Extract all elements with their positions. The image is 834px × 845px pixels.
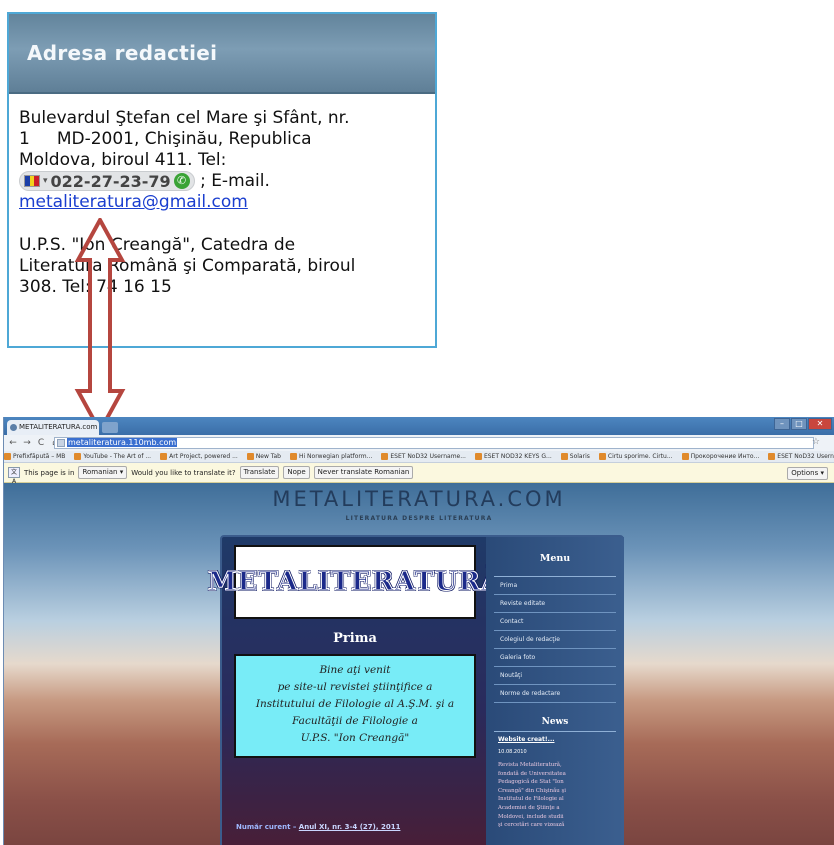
translate-text: This page is in: [24, 468, 75, 477]
email-link[interactable]: metaliteratura@gmail.com: [19, 192, 248, 212]
translate-icon: 文A: [8, 467, 20, 485]
dropdown-arrow-icon: ▾: [43, 175, 48, 186]
bookmark-favicon-icon: [474, 453, 482, 460]
minimize-button[interactable]: –: [774, 418, 790, 430]
bookmark-favicon-icon: [598, 453, 606, 460]
bookmark-favicon-icon: [768, 453, 776, 460]
bookmark-item[interactable]: Art Project, powered ...: [160, 453, 238, 460]
page-icon: [57, 439, 65, 447]
bookmark-favicon-icon: [4, 453, 11, 460]
address-line: 1 MD-2001, Chişinău, Republica: [19, 129, 312, 149]
bookmark-item[interactable]: ESET NoD32 Username...: [381, 453, 466, 460]
content-panel: METALITERATURĂ Prima Bine aţi venit pe si…: [207, 535, 624, 845]
menu-item[interactable]: Noutăţi: [494, 667, 616, 685]
site-title: METALITERATURA.COM: [272, 487, 566, 511]
phone-number: 022-27-23-79: [50, 171, 171, 191]
bookmarks-bar: Prefixfăpută – MB YouTube - The Art of ..…: [4, 451, 834, 463]
bookmark-favicon-icon: [160, 453, 168, 460]
page-heading: Prima: [333, 631, 377, 646]
translate-bar: 文A This page is in Romanian ▾ Would you …: [4, 463, 834, 485]
current-issue-link[interactable]: Anul XI, nr. 3-4 (27), 2011: [299, 823, 401, 831]
email-label: ; E-mail.: [200, 171, 270, 191]
bookmark-item[interactable]: YouTube - The Art of ...: [74, 453, 151, 460]
bookmark-favicon-icon: [560, 453, 568, 460]
bookmark-item[interactable]: Hi Norwegian platform...: [289, 453, 372, 460]
menu-heading: Menu: [494, 537, 616, 577]
browser-tab[interactable]: METALITERATURA.com: [7, 420, 99, 435]
current-issue: Număr curent – Anul XI, nr. 3-4 (27), 20…: [236, 823, 401, 831]
sidebar: Menu Prima Reviste editate Contact Colegiul…: [486, 537, 624, 845]
phone-chip[interactable]: ▾ 022-27-23-79 ✆: [19, 171, 195, 191]
reload-icon[interactable]: C: [36, 438, 46, 448]
phone-line: ▾ 022-27-23-79 ✆ ; E-mail.: [19, 171, 427, 192]
maximize-button[interactable]: □: [791, 418, 807, 430]
welcome-line: U.P.S. "Ion Creangă": [300, 732, 410, 744]
news-text: Revista Metaliteratură, fondată de Unive…: [498, 762, 566, 829]
web-page: METALITERATURA.COM LITERATURA DESPRE LIT…: [4, 483, 834, 845]
language-select[interactable]: Romanian ▾: [78, 466, 128, 479]
bookmark-favicon-icon: [74, 453, 82, 460]
window-controls: – □ ✕: [774, 418, 832, 430]
bookmark-star-icon[interactable]: ☆: [812, 437, 820, 447]
options-button[interactable]: Options ▾: [787, 467, 828, 480]
welcome-line: pe site-ul revistei ştiinţifice a: [277, 681, 433, 693]
translate-button[interactable]: Translate: [239, 466, 280, 479]
url-text: metaliteratura.110mb.com: [67, 438, 178, 447]
bookmark-item[interactable]: New Tab: [246, 453, 281, 460]
bookmark-item[interactable]: Cirtu sporime. Cirtu...: [598, 453, 673, 460]
bookmark-favicon-icon: [381, 453, 389, 460]
address-bar[interactable]: metaliteratura.110mb.com: [54, 437, 814, 449]
bookmark-item[interactable]: Прокорочение Инто...: [681, 453, 759, 460]
close-button[interactable]: ✕: [808, 418, 832, 430]
translate-question: Would you like to translate it?: [131, 468, 236, 477]
double-arrow-icon: [74, 218, 126, 433]
site-subtitle: LITERATURA DESPRE LITERATURA: [345, 515, 493, 522]
welcome-line: Institutului de Filologie al A.Ş.M. şi a: [255, 698, 455, 710]
new-tab-button[interactable]: [102, 422, 118, 433]
nope-button[interactable]: Nope: [283, 466, 310, 479]
bookmark-favicon-icon: [681, 453, 689, 460]
tab-favicon-icon: [10, 424, 17, 431]
bookmark-item[interactable]: Prefixfăpută – MB: [4, 453, 65, 460]
bookmark-item[interactable]: Solaris: [560, 453, 590, 460]
menu-item[interactable]: Reviste editate: [494, 595, 616, 613]
bookmark-favicon-icon: [289, 453, 297, 460]
welcome-box: Bine aţi venit pe site-ul revistei ştiinţ…: [234, 654, 476, 758]
bookmark-item[interactable]: ESET NOD32 KEYS G...: [474, 453, 552, 460]
forward-icon[interactable]: →: [22, 438, 32, 448]
address-panel-header: Adresa redactiei: [9, 14, 435, 94]
news-title-link[interactable]: Website creat!...: [498, 736, 612, 743]
news-date: 10.08.2010: [498, 749, 527, 755]
site-logo[interactable]: METALITERATURĂ: [207, 545, 502, 619]
bookmark-item[interactable]: ESET NoD32 Usernam...: [768, 453, 834, 460]
browser-window: METALITERATURA.com – □ ✕ ← → C ⌂ metalit…: [3, 417, 834, 845]
welcome-line: Facultăţii de Filologie a: [292, 715, 418, 727]
navigation-bar: ← → C ⌂ metaliteratura.110mb.com ☆: [4, 435, 834, 451]
menu-item[interactable]: Contact: [494, 613, 616, 631]
never-translate-button[interactable]: Never translate Romanian: [313, 466, 414, 479]
browser-titlebar: METALITERATURA.com – □ ✕: [4, 417, 834, 435]
call-icon[interactable]: ✆: [173, 173, 190, 189]
welcome-line: Bine aţi venit: [319, 664, 391, 676]
menu-item[interactable]: Galeria foto: [494, 649, 616, 667]
moldova-flag-icon: [24, 175, 40, 187]
address-line: Moldova, biroul 411. Tel:: [19, 150, 227, 170]
news-heading: News: [494, 717, 616, 732]
address-line: Bulevardul Ştefan cel Mare şi Sfânt, nr.: [19, 108, 350, 128]
address-heading: Adresa redactiei: [27, 41, 218, 65]
menu-item[interactable]: Norme de redactare: [494, 685, 616, 703]
back-icon[interactable]: ←: [8, 438, 18, 448]
bookmark-favicon-icon: [246, 453, 254, 460]
menu-item[interactable]: Prima: [494, 577, 616, 595]
menu-item[interactable]: Colegiul de redacţie: [494, 631, 616, 649]
